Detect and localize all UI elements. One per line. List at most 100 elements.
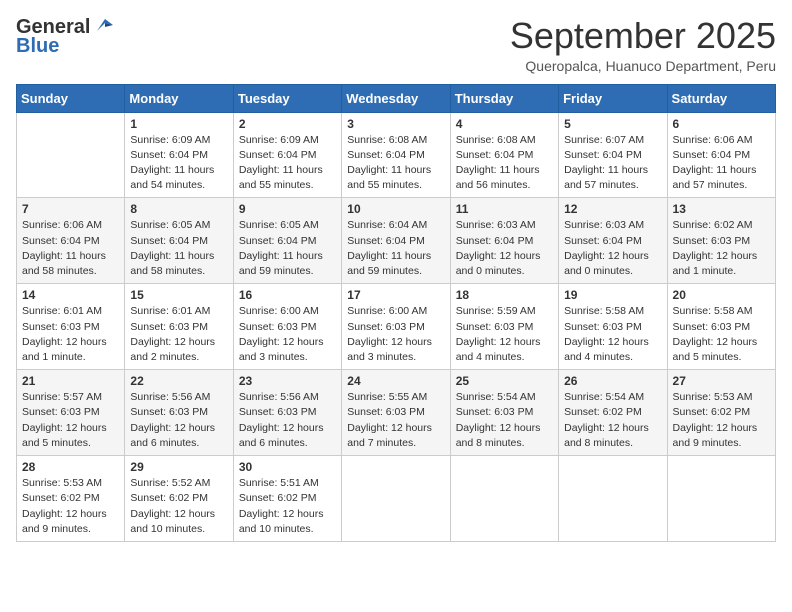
day-info: Sunrise: 5:54 AM Sunset: 6:02 PM Dayligh… [564, 390, 661, 451]
weekday-header-row: SundayMondayTuesdayWednesdayThursdayFrid… [17, 84, 776, 112]
weekday-header-thursday: Thursday [450, 84, 558, 112]
logo-bird-icon [91, 17, 113, 35]
day-number: 9 [239, 202, 336, 216]
day-info: Sunrise: 6:01 AM Sunset: 6:03 PM Dayligh… [22, 304, 119, 365]
day-cell: 5Sunrise: 6:07 AM Sunset: 6:04 PM Daylig… [559, 112, 667, 198]
day-cell: 3 Sunrise: 6:08 AM Sunset: 6:04 PM Daylig… [342, 112, 450, 198]
weekday-header-wednesday: Wednesday [342, 84, 450, 112]
day-cell: 16 Sunrise: 6:00 AM Sunset: 6:03 PM Dayli… [233, 284, 341, 370]
day-number: 7 [22, 202, 119, 216]
day-info: Sunrise: 5:56 AM Sunset: 6:03 PM Dayligh… [130, 390, 227, 451]
day-cell: 14Sunrise: 6:01 AM Sunset: 6:03 PM Dayli… [17, 284, 125, 370]
day-cell: 19 Sunrise: 5:58 AM Sunset: 6:03 PM Dayli… [559, 284, 667, 370]
day-cell [342, 456, 450, 542]
day-number: 25 [456, 374, 553, 388]
week-row-3: 21 Sunrise: 5:57 AM Sunset: 6:03 PM Dayli… [17, 370, 776, 456]
day-number: 22 [130, 374, 227, 388]
logo-blue-text: Blue [16, 35, 59, 58]
day-info: Sunrise: 5:59 AM Sunset: 6:03 PM Dayligh… [456, 304, 553, 365]
day-info: Sunrise: 5:55 AM Sunset: 6:03 PM Dayligh… [347, 390, 444, 451]
day-info: Sunrise: 5:56 AM Sunset: 6:03 PM Dayligh… [239, 390, 336, 451]
day-cell: 28Sunrise: 5:53 AM Sunset: 6:02 PM Dayli… [17, 456, 125, 542]
day-number: 20 [673, 288, 770, 302]
day-number: 15 [130, 288, 227, 302]
day-cell: 7 Sunrise: 6:06 AM Sunset: 6:04 PM Daylig… [17, 198, 125, 284]
day-cell: 21 Sunrise: 5:57 AM Sunset: 6:03 PM Dayli… [17, 370, 125, 456]
day-cell: 20 Sunrise: 5:58 AM Sunset: 6:03 PM Dayli… [667, 284, 775, 370]
day-info: Sunrise: 6:00 AM Sunset: 6:03 PM Dayligh… [347, 304, 444, 365]
day-number: 27 [673, 374, 770, 388]
day-number: 21 [22, 374, 119, 388]
day-info: Sunrise: 6:00 AM Sunset: 6:03 PM Dayligh… [239, 304, 336, 365]
day-number: 10 [347, 202, 444, 216]
day-cell: 4Sunrise: 6:08 AM Sunset: 6:04 PM Daylig… [450, 112, 558, 198]
day-number: 13 [673, 202, 770, 216]
day-info: Sunrise: 5:51 AM Sunset: 6:02 PM Dayligh… [239, 476, 336, 537]
day-number: 5 [564, 117, 661, 131]
weekday-header-friday: Friday [559, 84, 667, 112]
day-number: 8 [130, 202, 227, 216]
day-info: Sunrise: 6:09 AM Sunset: 6:04 PM Dayligh… [239, 133, 336, 194]
day-info: Sunrise: 6:09 AM Sunset: 6:04 PM Dayligh… [130, 133, 227, 194]
day-cell: 27 Sunrise: 5:53 AM Sunset: 6:02 PM Dayli… [667, 370, 775, 456]
day-cell: 30 Sunrise: 5:51 AM Sunset: 6:02 PM Dayli… [233, 456, 341, 542]
day-info: Sunrise: 6:03 AM Sunset: 6:04 PM Dayligh… [456, 218, 553, 279]
day-cell: 18 Sunrise: 5:59 AM Sunset: 6:03 PM Dayli… [450, 284, 558, 370]
day-cell: 29 Sunrise: 5:52 AM Sunset: 6:02 PM Dayli… [125, 456, 233, 542]
day-info: Sunrise: 6:06 AM Sunset: 6:04 PM Dayligh… [673, 133, 770, 194]
month-title: September 2025 [510, 16, 776, 56]
page-header: General Blue September 2025 Queropalca, … [16, 16, 776, 74]
week-row-0: 1 Sunrise: 6:09 AM Sunset: 6:04 PM Daylig… [17, 112, 776, 198]
day-cell: 10Sunrise: 6:04 AM Sunset: 6:04 PM Dayli… [342, 198, 450, 284]
day-info: Sunrise: 5:54 AM Sunset: 6:03 PM Dayligh… [456, 390, 553, 451]
day-number: 29 [130, 460, 227, 474]
day-info: Sunrise: 6:03 AM Sunset: 6:04 PM Dayligh… [564, 218, 661, 279]
day-cell: 12 Sunrise: 6:03 AM Sunset: 6:04 PM Dayli… [559, 198, 667, 284]
weekday-header-sunday: Sunday [17, 84, 125, 112]
day-info: Sunrise: 6:08 AM Sunset: 6:04 PM Dayligh… [347, 133, 444, 194]
day-info: Sunrise: 5:57 AM Sunset: 6:03 PM Dayligh… [22, 390, 119, 451]
day-number: 24 [347, 374, 444, 388]
day-info: Sunrise: 5:58 AM Sunset: 6:03 PM Dayligh… [673, 304, 770, 365]
day-info: Sunrise: 6:05 AM Sunset: 6:04 PM Dayligh… [239, 218, 336, 279]
weekday-header-tuesday: Tuesday [233, 84, 341, 112]
day-number: 1 [130, 117, 227, 131]
day-cell: 15 Sunrise: 6:01 AM Sunset: 6:03 PM Dayli… [125, 284, 233, 370]
day-number: 28 [22, 460, 119, 474]
calendar-table: SundayMondayTuesdayWednesdayThursdayFrid… [16, 84, 776, 542]
weekday-header-monday: Monday [125, 84, 233, 112]
day-number: 26 [564, 374, 661, 388]
week-row-2: 14Sunrise: 6:01 AM Sunset: 6:03 PM Dayli… [17, 284, 776, 370]
day-info: Sunrise: 6:01 AM Sunset: 6:03 PM Dayligh… [130, 304, 227, 365]
day-info: Sunrise: 5:53 AM Sunset: 6:02 PM Dayligh… [673, 390, 770, 451]
day-info: Sunrise: 6:05 AM Sunset: 6:04 PM Dayligh… [130, 218, 227, 279]
day-number: 12 [564, 202, 661, 216]
day-cell: 26 Sunrise: 5:54 AM Sunset: 6:02 PM Dayli… [559, 370, 667, 456]
day-info: Sunrise: 5:52 AM Sunset: 6:02 PM Dayligh… [130, 476, 227, 537]
day-cell [17, 112, 125, 198]
week-row-1: 7 Sunrise: 6:06 AM Sunset: 6:04 PM Daylig… [17, 198, 776, 284]
day-number: 18 [456, 288, 553, 302]
day-cell [450, 456, 558, 542]
logo: General Blue [16, 16, 113, 58]
day-cell: 11Sunrise: 6:03 AM Sunset: 6:04 PM Dayli… [450, 198, 558, 284]
day-cell: 6Sunrise: 6:06 AM Sunset: 6:04 PM Daylig… [667, 112, 775, 198]
day-number: 16 [239, 288, 336, 302]
week-row-4: 28Sunrise: 5:53 AM Sunset: 6:02 PM Dayli… [17, 456, 776, 542]
day-cell: 25 Sunrise: 5:54 AM Sunset: 6:03 PM Dayli… [450, 370, 558, 456]
day-cell: 24 Sunrise: 5:55 AM Sunset: 6:03 PM Dayli… [342, 370, 450, 456]
day-info: Sunrise: 6:06 AM Sunset: 6:04 PM Dayligh… [22, 218, 119, 279]
day-number: 30 [239, 460, 336, 474]
weekday-header-saturday: Saturday [667, 84, 775, 112]
day-number: 2 [239, 117, 336, 131]
title-block: September 2025 Queropalca, Huanuco Depar… [510, 16, 776, 74]
day-number: 3 [347, 117, 444, 131]
day-number: 17 [347, 288, 444, 302]
day-info: Sunrise: 6:08 AM Sunset: 6:04 PM Dayligh… [456, 133, 553, 194]
day-number: 19 [564, 288, 661, 302]
day-cell: 1 Sunrise: 6:09 AM Sunset: 6:04 PM Daylig… [125, 112, 233, 198]
day-cell: 22 Sunrise: 5:56 AM Sunset: 6:03 PM Dayli… [125, 370, 233, 456]
day-info: Sunrise: 5:58 AM Sunset: 6:03 PM Dayligh… [564, 304, 661, 365]
day-info: Sunrise: 6:02 AM Sunset: 6:03 PM Dayligh… [673, 218, 770, 279]
day-cell: 17 Sunrise: 6:00 AM Sunset: 6:03 PM Dayli… [342, 284, 450, 370]
